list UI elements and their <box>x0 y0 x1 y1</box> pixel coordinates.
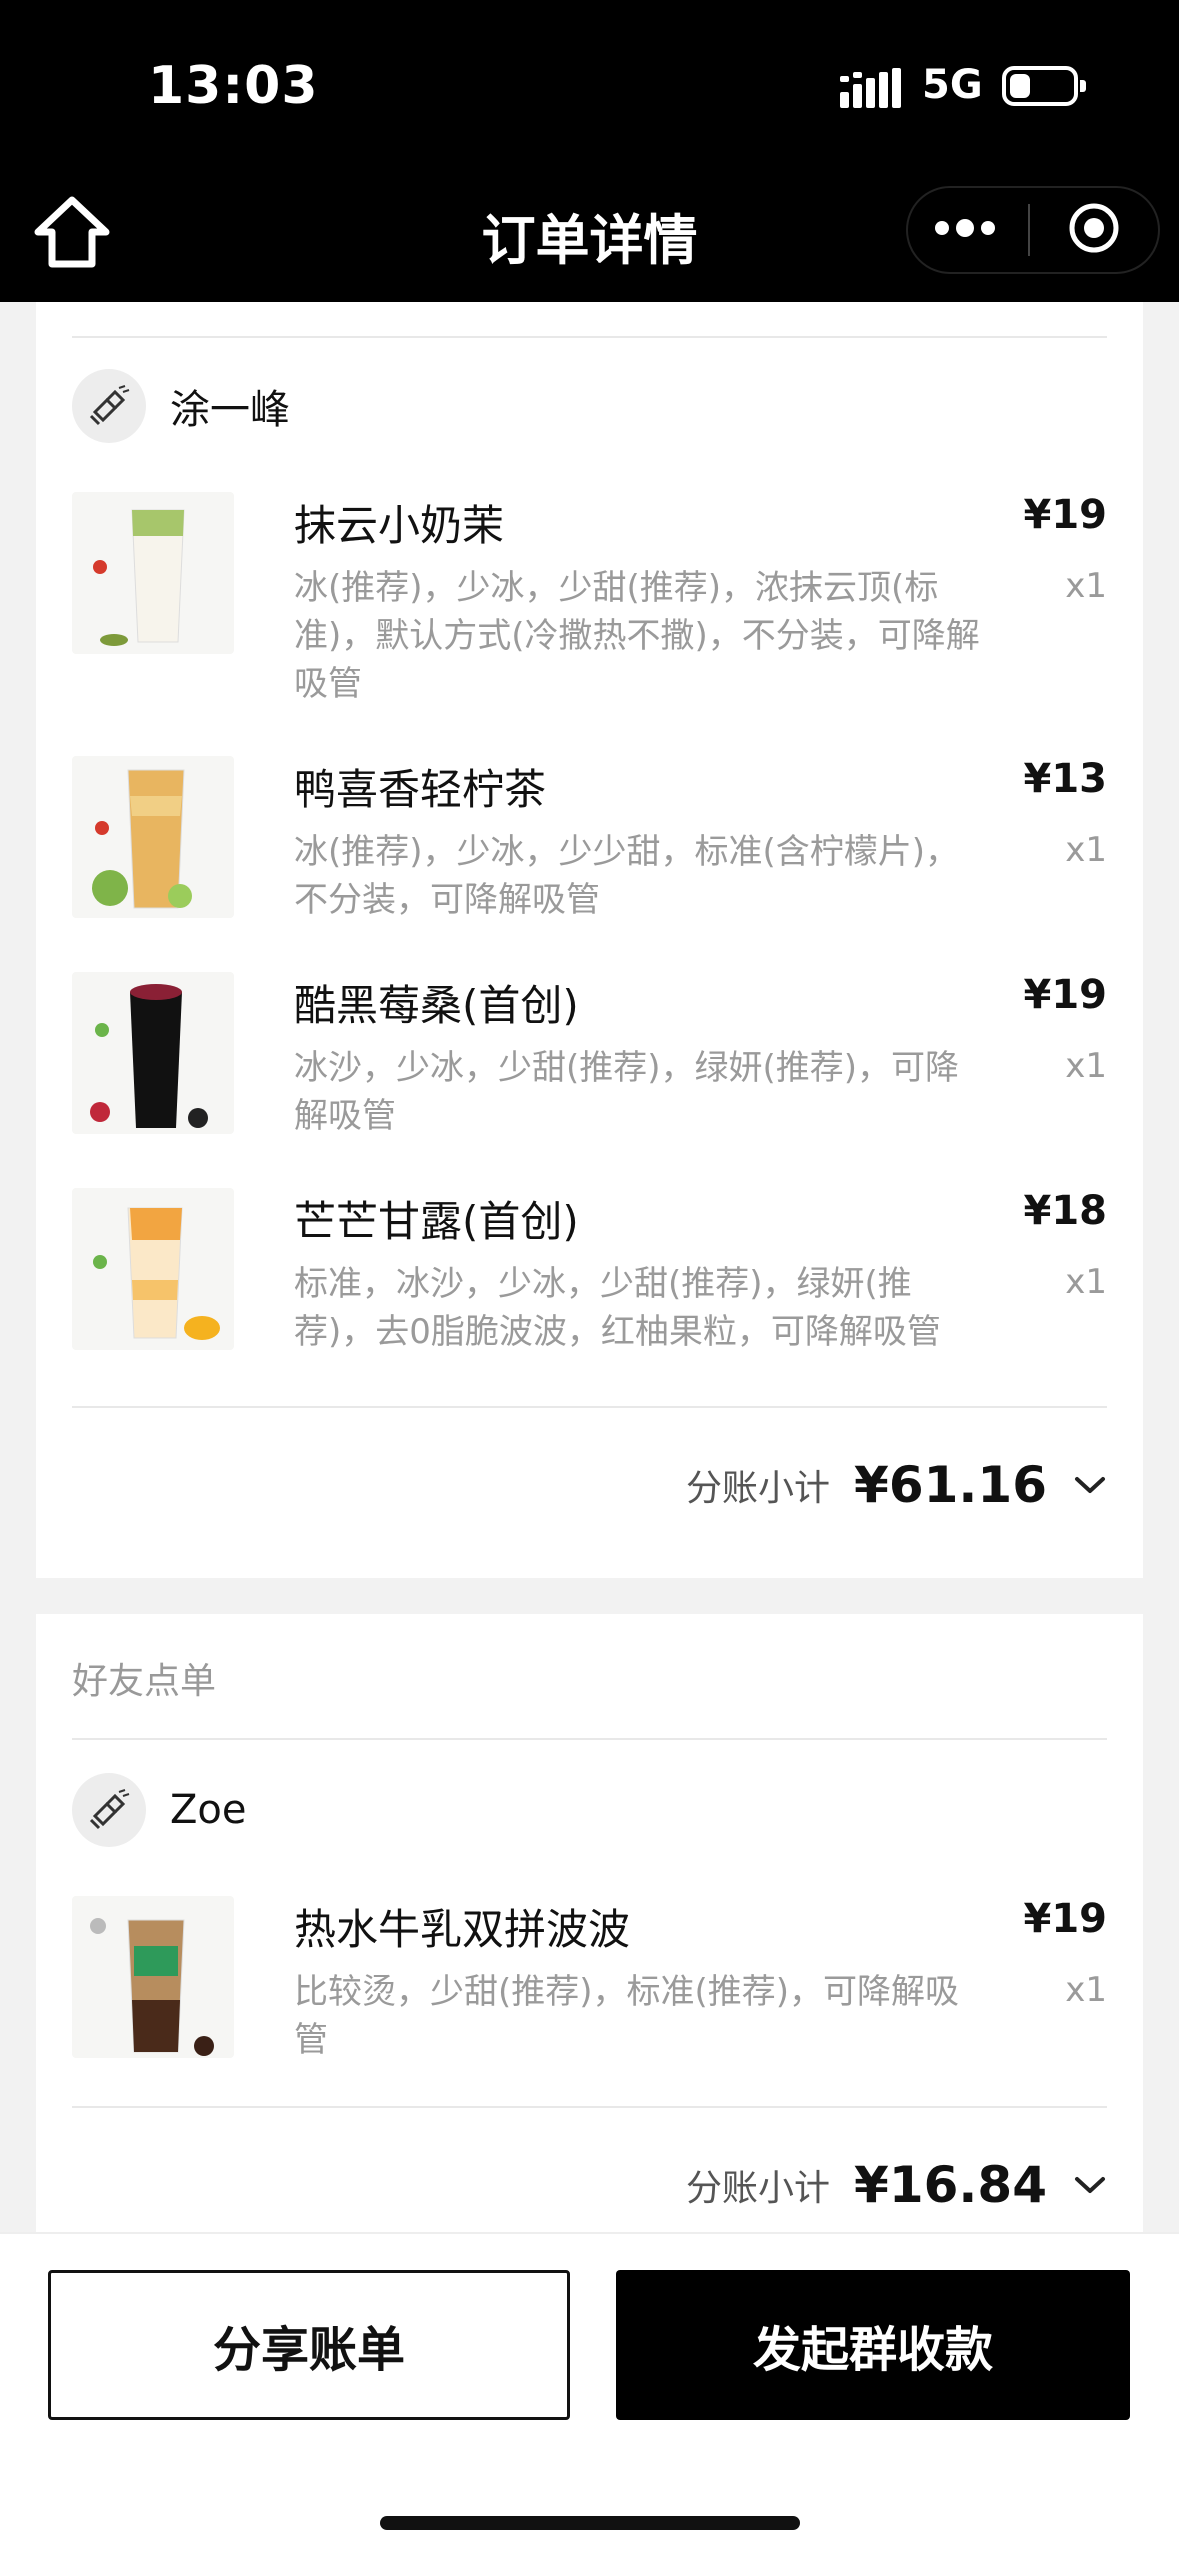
user-name: 涂一峰 <box>170 387 290 433</box>
avatar <box>72 369 146 443</box>
more-icon[interactable] <box>930 208 1000 248</box>
item-name: 鸭喜香轻柠茶 <box>294 765 547 814</box>
subtotal-row[interactable]: 分账小计 ¥16.84 <box>686 2156 1107 2214</box>
battery-icon <box>1002 66 1078 106</box>
subtotal-amount: ¥61.16 <box>854 1456 1047 1514</box>
subtotal-amount: ¥16.84 <box>854 2156 1047 2214</box>
user-row: 涂一峰 <box>72 368 290 444</box>
item-options: 比较烫，少甜(推荐)，标准(推荐)，可降解吸管 <box>294 1972 960 2060</box>
user-name: Zoe <box>170 1787 247 1833</box>
signal-icon <box>840 68 901 108</box>
item-price: ¥19 <box>1023 492 1108 538</box>
item-name: 芒芒甘露(首创) <box>294 1197 579 1246</box>
divider <box>72 2106 1107 2108</box>
capsule-divider <box>1028 204 1030 256</box>
section-label: 好友点单 <box>72 1661 217 1702</box>
drink-thumbnail <box>72 756 234 918</box>
item-name: 抹云小奶茉 <box>294 501 505 550</box>
group-collect-button[interactable]: 发起群收款 <box>616 2270 1130 2420</box>
friend-order-card: 好友点单 Zoe 热水牛乳双拼波波 比较烫，少甜(推荐)，标准(推荐)，可降解吸… <box>36 1614 1143 2234</box>
drink-thumbnail <box>72 1896 234 2058</box>
subtotal-row[interactable]: 分账小计 ¥61.16 <box>686 1456 1107 1514</box>
close-target-icon[interactable] <box>1068 202 1120 254</box>
subtotal-label: 分账小计 <box>686 2168 831 2209</box>
cheers-icon <box>89 1789 130 1830</box>
user-row: Zoe <box>72 1772 246 1848</box>
avatar <box>72 1773 146 1847</box>
divider <box>72 1406 1107 1408</box>
item-price: ¥18 <box>1023 1188 1108 1234</box>
item-qty: x1 <box>1065 566 1107 606</box>
item-options: 冰(推荐)，少冰，少少甜，标准(含柠檬片)，不分装，可降解吸管 <box>294 832 960 920</box>
my-order-card: 涂一峰 抹云小奶茉 冰(推荐)，少冰，少甜(推荐)，浓抹云顶(标准)，默认方式(… <box>36 302 1143 1578</box>
item-options: 冰沙，少冰，少甜(推荐)，绿妍(推荐)，可降解吸管 <box>294 1048 960 1136</box>
item-qty: x1 <box>1065 1262 1107 1302</box>
subtotal-label: 分账小计 <box>686 1468 831 1509</box>
item-price: ¥13 <box>1023 756 1108 802</box>
share-bill-button[interactable]: 分享账单 <box>48 2270 570 2420</box>
drink-thumbnail <box>72 972 234 1134</box>
drink-thumbnail <box>72 492 234 654</box>
item-name: 热水牛乳双拼波波 <box>294 1905 631 1954</box>
status-time: 13:03 <box>148 56 319 116</box>
top-bar: 13:03 5G 订单详情 <box>0 0 1179 302</box>
bottom-action-bar: 分享账单 发起群收款 <box>0 2232 1179 2556</box>
cheers-icon <box>89 385 130 426</box>
battery-tip <box>1080 80 1086 92</box>
home-indicator[interactable] <box>380 2516 800 2530</box>
network-label: 5G <box>922 62 983 108</box>
item-price: ¥19 <box>1023 1896 1108 1942</box>
chevron-down-icon[interactable] <box>1073 2175 1107 2195</box>
chevron-down-icon[interactable] <box>1073 1475 1107 1495</box>
divider <box>72 336 1107 338</box>
item-options: 冰(推荐)，少冰，少甜(推荐)，浓抹云顶(标准)，默认方式(冷撒热不撒)，不分装… <box>294 568 980 704</box>
drink-thumbnail <box>72 1188 234 1350</box>
item-qty: x1 <box>1065 1970 1107 2010</box>
item-qty: x1 <box>1065 830 1107 870</box>
item-options: 标准，冰沙，少冰，少甜(推荐)，绿妍(推荐)，去0脂脆波波，红柚果粒，可降解吸管 <box>294 1264 941 1352</box>
item-qty: x1 <box>1065 1046 1107 1086</box>
divider <box>72 1738 1107 1740</box>
item-name: 酷黑莓桑(首创) <box>294 981 579 1030</box>
item-price: ¥19 <box>1023 972 1108 1018</box>
